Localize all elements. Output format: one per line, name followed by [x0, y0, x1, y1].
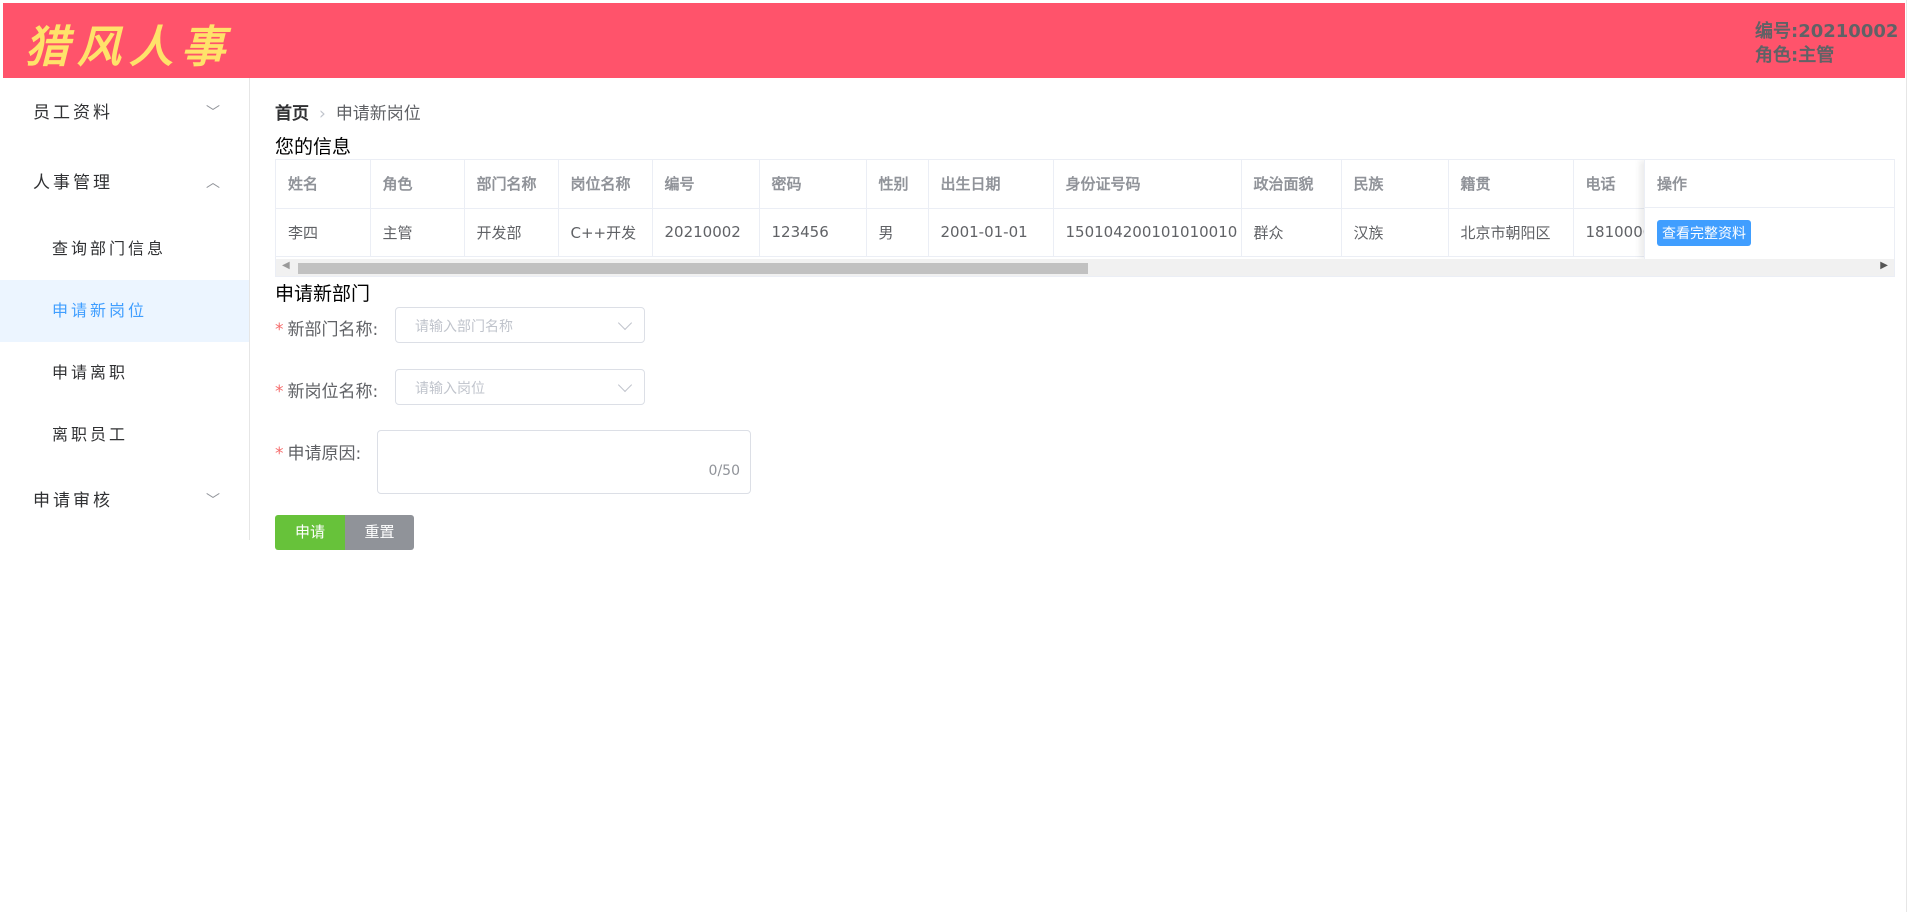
- sidebar-item-resign[interactable]: 申请离职: [0, 342, 249, 404]
- col-header: 民族: [1341, 160, 1449, 209]
- info-table: 姓名 角色 部门名称 岗位名称 编号 密码 性别 出生日期 身份证号码 政治面貌…: [275, 159, 1895, 277]
- menu-group-label: 人事管理: [33, 173, 113, 193]
- table-cell: 群众: [1241, 208, 1342, 257]
- user-info: 编号:20210002 角色:主管: [1755, 20, 1905, 68]
- sidebar-item-resigned-staff[interactable]: 离职员工: [0, 404, 249, 466]
- placeholder: 请输入部门名称: [415, 319, 513, 335]
- menu-group-review[interactable]: 申请审核 ﹀: [0, 466, 249, 536]
- label-text: 申请原因:: [287, 444, 362, 464]
- sidebar-item-dept-info[interactable]: 查询部门信息: [0, 218, 249, 280]
- table-row: 李四 主管 开发部 C++开发 20210002 123456 男 2001-0…: [276, 208, 1724, 257]
- chevron-down-icon: ﹀: [206, 493, 223, 509]
- scroll-left-icon[interactable]: ◀: [282, 260, 290, 271]
- placeholder: 请输入岗位: [415, 381, 485, 397]
- required-mark: *: [275, 320, 284, 340]
- chevron-up-icon: ︿: [206, 175, 223, 191]
- form-title: 申请新部门: [275, 283, 371, 305]
- col-header: 岗位名称: [558, 160, 653, 209]
- chevron-right-icon: ›: [319, 104, 326, 124]
- table-cell: 主管: [370, 208, 465, 257]
- scroll-right-icon[interactable]: ▶: [1880, 260, 1888, 271]
- post-name-select[interactable]: 请输入岗位: [395, 369, 645, 405]
- action-cell: 查看完整资料: [1645, 208, 1894, 258]
- view-full-profile-button[interactable]: 查看完整资料: [1657, 220, 1751, 246]
- breadcrumb-current: 申请新岗位: [335, 104, 421, 124]
- col-header: 部门名称: [464, 160, 559, 209]
- dept-name-select[interactable]: 请输入部门名称: [395, 307, 645, 343]
- col-header: 操作: [1645, 160, 1894, 208]
- col-header: 性别: [866, 160, 929, 209]
- page-scrollbar[interactable]: [1906, 0, 1920, 912]
- reset-button[interactable]: 重置: [345, 515, 414, 550]
- scrollbar-thumb[interactable]: [298, 263, 1088, 274]
- chevron-down-icon: ﹀: [206, 105, 223, 121]
- menu-group-label: 申请审核: [33, 491, 113, 511]
- table-cell: 李四: [276, 208, 371, 257]
- col-header: 角色: [370, 160, 465, 209]
- post-name-label: * 新岗位名称:: [275, 377, 378, 402]
- dept-name-label: * 新部门名称:: [275, 315, 378, 340]
- chevron-down-icon: [617, 315, 633, 331]
- col-header: 编号: [652, 160, 760, 209]
- breadcrumb-home[interactable]: 首页: [275, 104, 309, 124]
- sidebar-item-apply-post[interactable]: 申请新岗位: [0, 280, 249, 342]
- char-counter: 0/50: [708, 463, 740, 479]
- col-header: 出生日期: [928, 160, 1054, 209]
- table-cell: 北京市朝阳区: [1448, 208, 1574, 257]
- table-cell: 123456: [759, 208, 867, 257]
- menu-group-label: 员工资料: [33, 103, 113, 123]
- breadcrumb: 首页 › 申请新岗位: [275, 99, 421, 124]
- table-horizontal-scrollbar[interactable]: ◀ ▶: [276, 259, 1894, 276]
- table-cell: 20210002: [652, 208, 760, 257]
- chevron-down-icon: [617, 377, 633, 393]
- user-number: 编号:20210002: [1755, 21, 1899, 42]
- app-logo: 猎风人事: [25, 22, 233, 73]
- table-cell: 开发部: [464, 208, 559, 257]
- menu-group-hr[interactable]: 人事管理 ︿: [0, 148, 249, 218]
- required-mark: *: [275, 444, 284, 464]
- required-mark: *: [275, 382, 284, 402]
- menu-group-employee[interactable]: 员工资料 ﹀: [0, 78, 249, 148]
- col-header: 密码: [759, 160, 867, 209]
- label-text: 新部门名称:: [287, 320, 379, 340]
- reason-label: * 申请原因:: [275, 439, 361, 464]
- table-header-row: 姓名 角色 部门名称 岗位名称 编号 密码 性别 出生日期 身份证号码 政治面貌…: [276, 160, 1724, 209]
- table-cell: 男: [866, 208, 929, 257]
- col-header: 姓名: [276, 160, 371, 209]
- table-cell: C++开发: [558, 208, 653, 257]
- table-cell: 150104200101010010: [1053, 208, 1242, 257]
- fixed-action-column: 操作 查看完整资料: [1644, 160, 1894, 259]
- app-header: 猎风人事 编号:20210002 角色:主管: [3, 3, 1905, 78]
- col-header: 身份证号码: [1053, 160, 1242, 209]
- col-header: 政治面貌: [1241, 160, 1342, 209]
- info-title: 您的信息: [275, 136, 352, 158]
- reason-textarea[interactable]: 0/50: [377, 430, 751, 494]
- sidebar: 员工资料 ﹀ 人事管理 ︿ 查询部门信息 申请新岗位 申请离职 离职员工 申请审…: [0, 78, 250, 540]
- table-cell: 汉族: [1341, 208, 1449, 257]
- table-cell: 2001-01-01: [928, 208, 1054, 257]
- user-role: 角色:主管: [1755, 45, 1835, 66]
- col-header: 籍贯: [1448, 160, 1574, 209]
- label-text: 新岗位名称:: [287, 382, 379, 402]
- apply-button[interactable]: 申请: [275, 515, 345, 550]
